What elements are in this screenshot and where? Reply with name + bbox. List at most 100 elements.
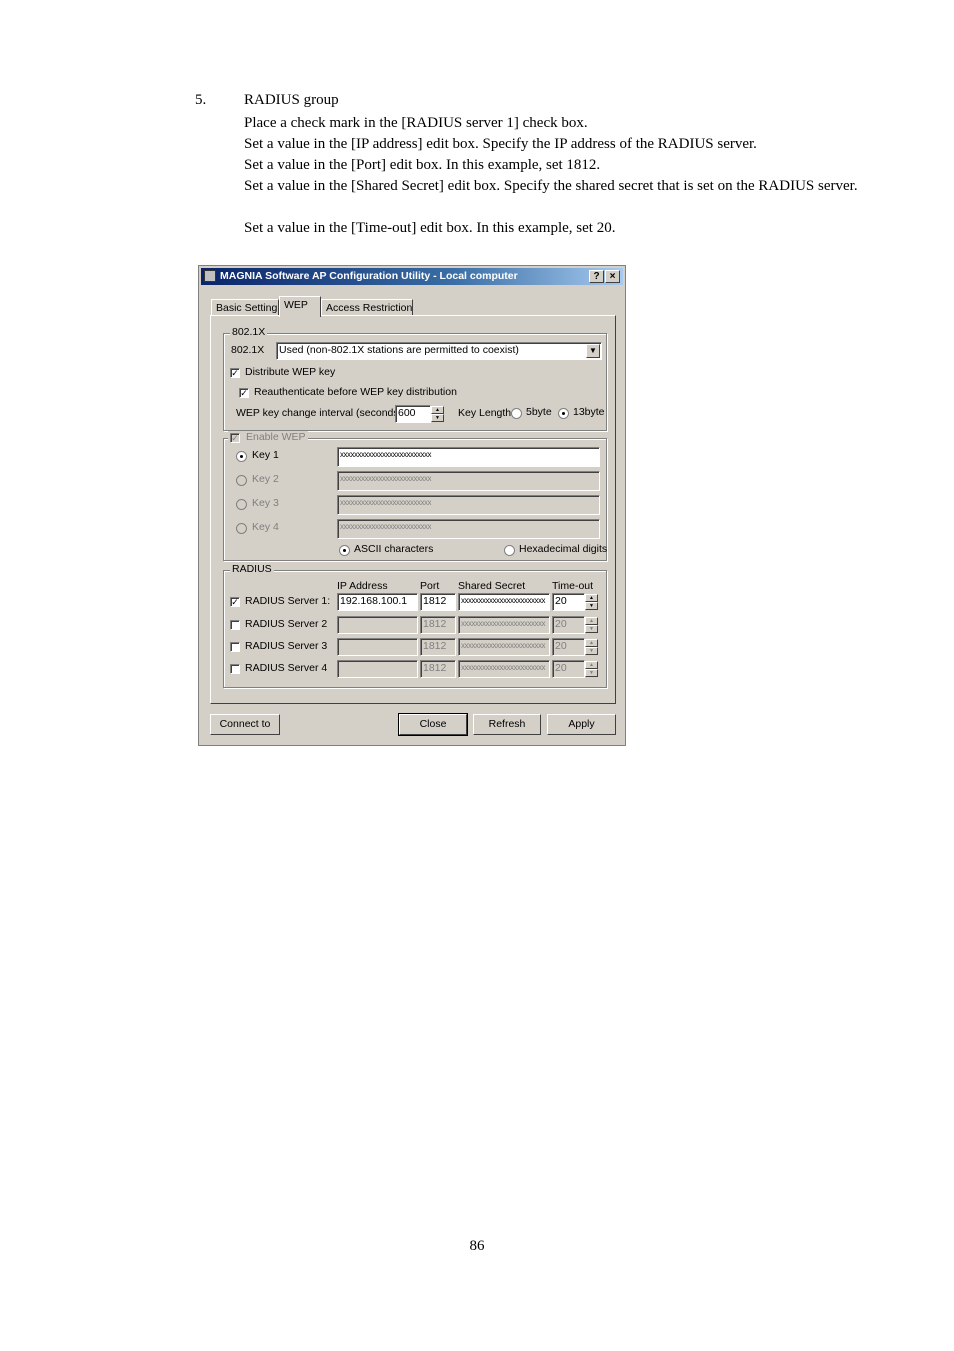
radius-server2-timeout-spinner[interactable]: ▲ ▼ <box>585 617 598 633</box>
spin-up-icon[interactable]: ▲ <box>431 406 444 414</box>
radius-server1-timeout-spinner[interactable]: ▲ ▼ <box>585 594 598 610</box>
key-length-5byte-label: 5byte <box>526 406 552 418</box>
col-ip-header: IP Address <box>337 580 388 592</box>
spin-up-icon[interactable]: ▲ <box>585 594 598 602</box>
key-length-13byte-label: 13byte <box>573 406 605 418</box>
radius-server2-port-input[interactable]: 1812 <box>420 616 456 634</box>
connect-button[interactable]: Connect to <box>210 714 280 735</box>
col-timeout-header: Time-out <box>552 580 594 592</box>
wep-tab-panel: 802.1X 802.1X Used (non-802.1X stations … <box>210 315 616 704</box>
key4-input[interactable]: xxxxxxxxxxxxxxxxxxxxxxxxxx <box>337 519 600 539</box>
radius-server2-ip-input[interactable] <box>337 616 418 634</box>
radius-server4-timeout-input[interactable]: 20 <box>552 660 585 678</box>
hex-label: Hexadecimal digits <box>519 543 608 555</box>
distribute-wep-label: Distribute WEP key <box>245 366 336 378</box>
key1-radio[interactable] <box>236 451 247 462</box>
spin-down-icon[interactable]: ▼ <box>585 669 598 677</box>
radius-server1-port-input[interactable]: 1812 <box>420 593 456 611</box>
key-length-13byte-radio[interactable] <box>558 408 569 419</box>
mode-dropdown[interactable]: Used (non-802.1X stations are permitted … <box>276 342 602 360</box>
tab-wep[interactable]: WEP <box>279 296 321 317</box>
radius-server1-ip-input[interactable]: 192.168.100.1 <box>337 593 418 611</box>
radius-server1-checkbox[interactable]: ✓ <box>230 597 240 607</box>
radius-server4-timeout-spinner[interactable]: ▲ ▼ <box>585 661 598 677</box>
radius-server3-timeout-input[interactable]: 20 <box>552 638 585 656</box>
radius-server3-ip-input[interactable] <box>337 638 418 656</box>
interval-input[interactable]: 600 <box>395 405 431 423</box>
hex-radio[interactable] <box>504 545 515 556</box>
radius-server4-port-input[interactable]: 1812 <box>420 660 456 678</box>
instruction-line: Set a value in the [Shared Secret] edit … <box>244 178 858 194</box>
dialog-titlebar: MAGNIA Software AP Configuration Utility… <box>201 268 623 285</box>
key3-radio[interactable] <box>236 499 247 510</box>
distribute-wep-checkbox[interactable]: ✓ <box>230 368 240 378</box>
radius-server1-secret-input[interactable]: xxxxxxxxxxxxxxxxxxxxxxxx <box>458 593 550 611</box>
radius-server2-label: RADIUS Server 2 <box>245 618 328 630</box>
key-length-5byte-radio[interactable] <box>511 408 522 419</box>
tab-basic-setting[interactable]: Basic Setting <box>211 299 279 316</box>
radius-server1-label: RADIUS Server 1: <box>245 595 331 607</box>
enable-wep-checkbox[interactable]: ✓ <box>230 433 240 443</box>
radius-server3-checkbox[interactable] <box>230 642 240 652</box>
key1-label: Key 1 <box>252 449 279 461</box>
key3-label: Key 3 <box>252 497 279 509</box>
instruction-line: Set a value in the [IP address] edit box… <box>244 136 757 152</box>
interval-spinner[interactable]: ▲ ▼ <box>431 406 444 422</box>
spin-up-icon[interactable]: ▲ <box>585 661 598 669</box>
chevron-down-icon[interactable]: ▼ <box>586 344 600 358</box>
radius-server3-secret-input[interactable]: xxxxxxxxxxxxxxxxxxxxxxxx <box>458 638 550 656</box>
radius-server3-timeout-spinner[interactable]: ▲ ▼ <box>585 639 598 655</box>
spin-down-icon[interactable]: ▼ <box>585 647 598 655</box>
key1-input[interactable]: xxxxxxxxxxxxxxxxxxxxxxxxxx <box>337 447 600 467</box>
dialog-title: MAGNIA Software AP Configuration Utility… <box>220 270 518 282</box>
radius-title: RADIUS <box>230 563 274 575</box>
key4-radio[interactable] <box>236 523 247 534</box>
radius-server4-ip-input[interactable] <box>337 660 418 678</box>
mode-dropdown-value: Used (non-802.1X stations are permitted … <box>279 344 519 356</box>
app-icon <box>204 270 216 282</box>
col-port-header: Port <box>420 580 440 592</box>
instruction-line: Set a value in the [Port] edit box. In t… <box>244 157 601 173</box>
radius-server4-label: RADIUS Server 4 <box>245 662 328 674</box>
key2-input[interactable]: xxxxxxxxxxxxxxxxxxxxxxxxxx <box>337 471 600 491</box>
radius-server2-timeout-input[interactable]: 20 <box>552 616 585 634</box>
radius-server3-label: RADIUS Server 3 <box>245 640 328 652</box>
radius-server2-checkbox[interactable] <box>230 620 240 630</box>
group-radius: RADIUS IP Address Port Shared Secret Tim… <box>223 563 607 688</box>
instruction-line: Place a check mark in the [RADIUS server… <box>244 115 588 131</box>
page-number: 86 <box>469 1238 485 1254</box>
radius-server2-secret-input[interactable]: xxxxxxxxxxxxxxxxxxxxxxxx <box>458 616 550 634</box>
ascii-label: ASCII characters <box>354 543 434 555</box>
step-number: 5. <box>195 92 207 108</box>
spin-down-icon[interactable]: ▼ <box>585 625 598 633</box>
radius-server1-timeout-input[interactable]: 20 <box>552 593 585 611</box>
spin-up-icon[interactable]: ▲ <box>585 617 598 625</box>
reauth-checkbox[interactable]: ✓ <box>239 388 249 398</box>
close-window-button[interactable]: × <box>605 270 620 283</box>
key4-label: Key 4 <box>252 521 279 533</box>
refresh-button[interactable]: Refresh <box>473 714 541 735</box>
ascii-radio[interactable] <box>339 545 350 556</box>
group-8021x-title: 802.1X <box>230 326 268 338</box>
apply-button[interactable]: Apply <box>547 714 616 735</box>
spin-up-icon[interactable]: ▲ <box>585 639 598 647</box>
spin-down-icon[interactable]: ▼ <box>585 602 598 610</box>
group-8021x: 802.1X 802.1X Used (non-802.1X stations … <box>223 326 607 431</box>
mode-label: 802.1X <box>231 344 265 356</box>
col-secret-header: Shared Secret <box>458 580 526 592</box>
help-button[interactable]: ? <box>589 270 604 283</box>
tab-access-restriction[interactable]: Access Restriction <box>321 299 413 316</box>
spin-down-icon[interactable]: ▼ <box>431 414 444 422</box>
close-button[interactable]: Close <box>398 713 468 736</box>
key2-radio[interactable] <box>236 475 247 486</box>
key3-input[interactable]: xxxxxxxxxxxxxxxxxxxxxxxxxx <box>337 495 600 515</box>
key-length-label: Key Length <box>458 407 512 419</box>
radius-server3-port-input[interactable]: 1812 <box>420 638 456 656</box>
key2-label: Key 2 <box>252 473 279 485</box>
config-utility-dialog: MAGNIA Software AP Configuration Utility… <box>198 265 626 746</box>
radius-server4-secret-input[interactable]: xxxxxxxxxxxxxxxxxxxxxxxx <box>458 660 550 678</box>
radius-server4-checkbox[interactable] <box>230 664 240 674</box>
interval-label: WEP key change interval (seconds) <box>236 407 403 419</box>
group-enable-wep: Enable WEP ✓ Key 1 xxxxxxxxxxxxxxxxxxxxx… <box>223 431 608 561</box>
instruction-line: Set a value in the [Time-out] edit box. … <box>244 220 616 236</box>
